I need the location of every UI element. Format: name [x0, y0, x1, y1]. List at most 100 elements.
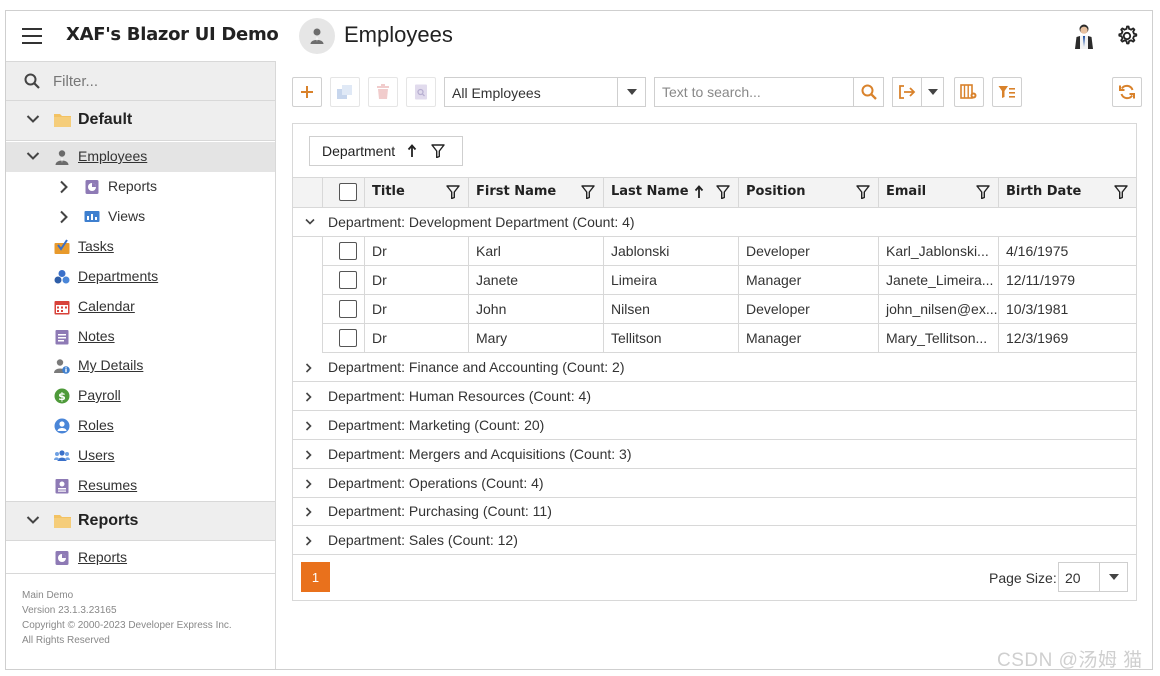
caret-down-icon	[1108, 574, 1119, 580]
nav-item-label: Departments	[78, 268, 159, 284]
column-header-email[interactable]: Email	[878, 178, 998, 207]
settings-gear-icon[interactable]	[1115, 24, 1139, 48]
nav-item-my-details[interactable]: My Details	[6, 351, 275, 381]
cell-email: Janete_Limeira...	[878, 266, 998, 294]
column-header-position[interactable]: Position	[738, 178, 878, 207]
filter-icon[interactable]	[431, 144, 445, 158]
nav-item-tasks[interactable]: Tasks	[6, 232, 275, 262]
page-size-dropdown[interactable]	[1099, 563, 1127, 591]
cell-email: Karl_Jablonski...	[878, 237, 998, 265]
nav-group-reports[interactable]: Reports	[6, 501, 275, 541]
cell-value: Manager	[746, 330, 802, 346]
nav-item-reports[interactable]: Reports	[6, 543, 275, 573]
clone-icon	[337, 85, 352, 99]
table-row[interactable]: Dr Janete Limeira Manager Janete_Limeira…	[322, 266, 1136, 295]
group-row-label: Department: Development Department (Coun…	[328, 214, 635, 230]
nav-item-departments[interactable]: Departments	[6, 262, 275, 292]
refresh-button[interactable]	[1112, 77, 1142, 107]
filter-icon[interactable]	[581, 185, 595, 199]
table-row[interactable]: Dr Mary Tellitson Manager Mary_Tellitson…	[322, 324, 1136, 353]
filter-icon[interactable]	[856, 185, 870, 199]
nav-item-employees[interactable]: Employees	[6, 142, 275, 172]
group-row-label: Department: Mergers and Acquisitions (Co…	[328, 446, 632, 462]
group-row-label: Department: Purchasing (Count: 11)	[328, 503, 552, 519]
group-row-label: Department: Finance and Accounting (Coun…	[328, 359, 625, 375]
group-row-development[interactable]: Department: Development Department (Coun…	[293, 208, 1136, 237]
row-select-cell	[322, 295, 364, 323]
page-size-combo[interactable]: 20	[1058, 562, 1128, 592]
cell-value: John	[476, 301, 507, 317]
cell-last-name: Nilsen	[603, 295, 738, 323]
nav-filter-box[interactable]: Filter...	[6, 61, 275, 101]
filter-editor-button[interactable]	[992, 77, 1022, 107]
new-button[interactable]	[292, 77, 322, 107]
show-report-button[interactable]	[406, 77, 436, 107]
group-row-label: Department: Human Resources (Count: 4)	[328, 388, 591, 404]
nav-item-notes[interactable]: Notes	[6, 322, 275, 352]
filter-icon[interactable]	[446, 185, 460, 199]
chevron-down-icon	[26, 516, 40, 524]
search-input[interactable]	[655, 78, 853, 106]
nav-group-default[interactable]: Default	[6, 101, 275, 141]
column-header-birth-date[interactable]: Birth Date	[998, 178, 1136, 207]
column-header-first-name[interactable]: First Name	[468, 178, 603, 207]
table-row[interactable]: Dr John Nilsen Developer john_nilsen@ex.…	[322, 295, 1136, 324]
app-title: XAF's Blazor UI Demo	[66, 24, 279, 45]
export-button[interactable]	[893, 78, 921, 106]
group-row-marketing[interactable]: Department: Marketing (Count: 20)	[293, 411, 1136, 440]
column-chooser-icon	[960, 84, 977, 99]
group-row-purchasing[interactable]: Department: Purchasing (Count: 11)	[293, 497, 1136, 526]
tasks-icon	[54, 239, 70, 254]
chevron-right-icon	[305, 450, 312, 460]
nav-item-roles[interactable]: Roles	[6, 411, 275, 441]
select-all-checkbox[interactable]	[339, 183, 357, 201]
row-checkbox[interactable]	[339, 300, 357, 318]
about-info: Main Demo Version 23.1.3.23165 Copyright…	[22, 588, 232, 648]
delete-button[interactable]	[368, 77, 398, 107]
nav-item-reports-child[interactable]: Reports	[6, 172, 275, 202]
filter-icon[interactable]	[976, 185, 990, 199]
nav-item-resumes[interactable]: Resumes	[6, 471, 275, 501]
clone-button[interactable]	[330, 77, 360, 107]
group-row-human-resources[interactable]: Department: Human Resources (Count: 4)	[293, 382, 1136, 411]
chevron-right-icon	[305, 392, 312, 402]
nav-item-users[interactable]: Users	[6, 441, 275, 471]
group-row-operations[interactable]: Department: Operations (Count: 4)	[293, 469, 1136, 498]
cell-last-name: Tellitson	[603, 324, 738, 352]
cell-birth-date: 10/3/1981	[998, 295, 1136, 323]
hamburger-menu-icon[interactable]	[22, 28, 42, 44]
group-by-chip-department[interactable]: Department	[309, 136, 463, 166]
cell-value: Jablonski	[611, 243, 670, 259]
nav-item-label: Employees	[78, 148, 148, 164]
search-button[interactable]	[853, 78, 883, 106]
group-row-mergers[interactable]: Department: Mergers and Acquisitions (Co…	[293, 440, 1136, 469]
filter-combo[interactable]: All Employees	[444, 77, 646, 107]
row-checkbox[interactable]	[339, 271, 357, 289]
user-avatar[interactable]	[1072, 23, 1096, 49]
cell-value: Janete	[476, 272, 519, 288]
row-checkbox[interactable]	[339, 242, 357, 260]
table-row[interactable]: Dr Karl Jablonski Developer Karl_Jablons…	[322, 237, 1136, 266]
filter-combo-value: All Employees	[452, 85, 541, 101]
cell-value: Nilsen	[611, 301, 650, 317]
filter-icon[interactable]	[1114, 185, 1128, 199]
calendar-icon	[54, 301, 70, 315]
page-button-current[interactable]: 1	[301, 562, 330, 592]
row-checkbox[interactable]	[339, 329, 357, 347]
nav-item-calendar[interactable]: Calendar	[6, 292, 275, 322]
notes-icon	[55, 330, 69, 345]
column-chooser-button[interactable]	[954, 77, 984, 107]
column-header-last-name[interactable]: Last Name	[603, 178, 738, 207]
group-row-finance[interactable]: Department: Finance and Accounting (Coun…	[293, 353, 1136, 382]
filter-icon[interactable]	[716, 185, 730, 199]
nav-item-views[interactable]: Views	[6, 202, 275, 232]
group-row-sales[interactable]: Department: Sales (Count: 12)	[293, 526, 1136, 555]
nav-item-payroll[interactable]: $ Payroll	[6, 381, 275, 411]
export-dropdown-button[interactable]	[921, 78, 943, 106]
cell-value: 12/11/1979	[1006, 272, 1076, 288]
cell-email: Mary_Tellitson...	[878, 324, 998, 352]
column-header-title[interactable]: Title	[364, 178, 468, 207]
page-size-value: 20	[1065, 570, 1081, 586]
filter-combo-dropdown[interactable]	[617, 78, 645, 106]
group-row-label: Department: Sales (Count: 12)	[328, 532, 518, 548]
